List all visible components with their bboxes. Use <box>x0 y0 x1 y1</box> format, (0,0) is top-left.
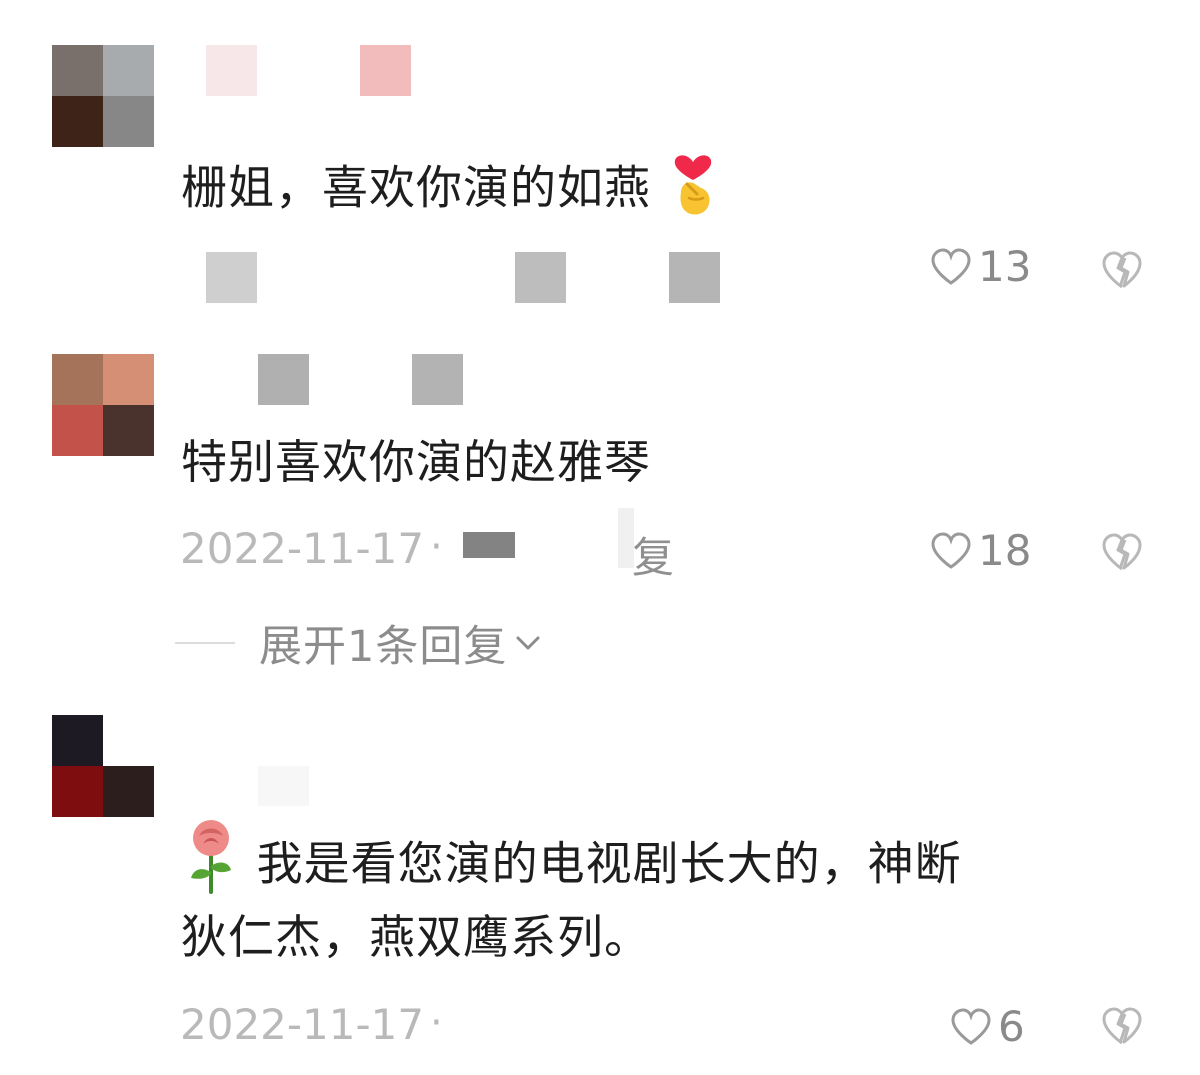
meta-mosaic <box>669 252 720 303</box>
like-button[interactable]: 6 <box>950 1002 1025 1051</box>
avatar[interactable] <box>52 715 154 817</box>
username-mosaic[interactable] <box>412 354 463 405</box>
broken-heart-icon[interactable] <box>1100 1004 1144 1048</box>
expand-replies-label: 展开1条回复 <box>259 622 508 672</box>
meta-mosaic <box>515 252 566 303</box>
heart-icon <box>931 247 971 285</box>
like-count: 13 <box>978 242 1032 291</box>
finger-heart-icon <box>667 140 719 242</box>
meta-mosaic <box>206 252 257 303</box>
heart-icon <box>931 531 971 569</box>
like-count: 18 <box>978 526 1032 575</box>
comment-text: 特别喜欢你演的赵雅琴 <box>181 435 651 489</box>
comment-date: 2022-11-17 <box>180 1000 425 1049</box>
location-mosaic <box>463 532 515 558</box>
heart-icon <box>951 1007 991 1045</box>
username-mosaic[interactable] <box>360 45 411 96</box>
expand-replies-button[interactable]: 展开1条回复 <box>175 612 543 674</box>
like-button[interactable]: 18 <box>930 526 1031 575</box>
comment-text: 栅姐，喜欢你演的如燕 <box>181 140 719 242</box>
comment-date: 2022-11-17 <box>180 524 425 573</box>
meta-separator: · <box>430 1000 443 1046</box>
broken-heart-icon[interactable] <box>1100 248 1144 292</box>
divider-line <box>175 642 235 644</box>
comment-text-line-2: 狄仁杰，燕双鹰系列。 <box>181 910 651 964</box>
avatar[interactable] <box>52 45 154 147</box>
like-button[interactable]: 13 <box>930 242 1031 291</box>
username-mosaic[interactable] <box>206 45 257 96</box>
reply-button[interactable]: 复 <box>632 524 674 585</box>
chevron-down-icon <box>516 636 540 650</box>
username-mosaic[interactable] <box>258 354 309 405</box>
meta-separator: · <box>430 524 443 570</box>
username-mosaic[interactable] <box>258 766 309 806</box>
like-count: 6 <box>998 1002 1025 1051</box>
broken-heart-icon[interactable] <box>1100 530 1144 574</box>
avatar[interactable] <box>52 354 154 456</box>
